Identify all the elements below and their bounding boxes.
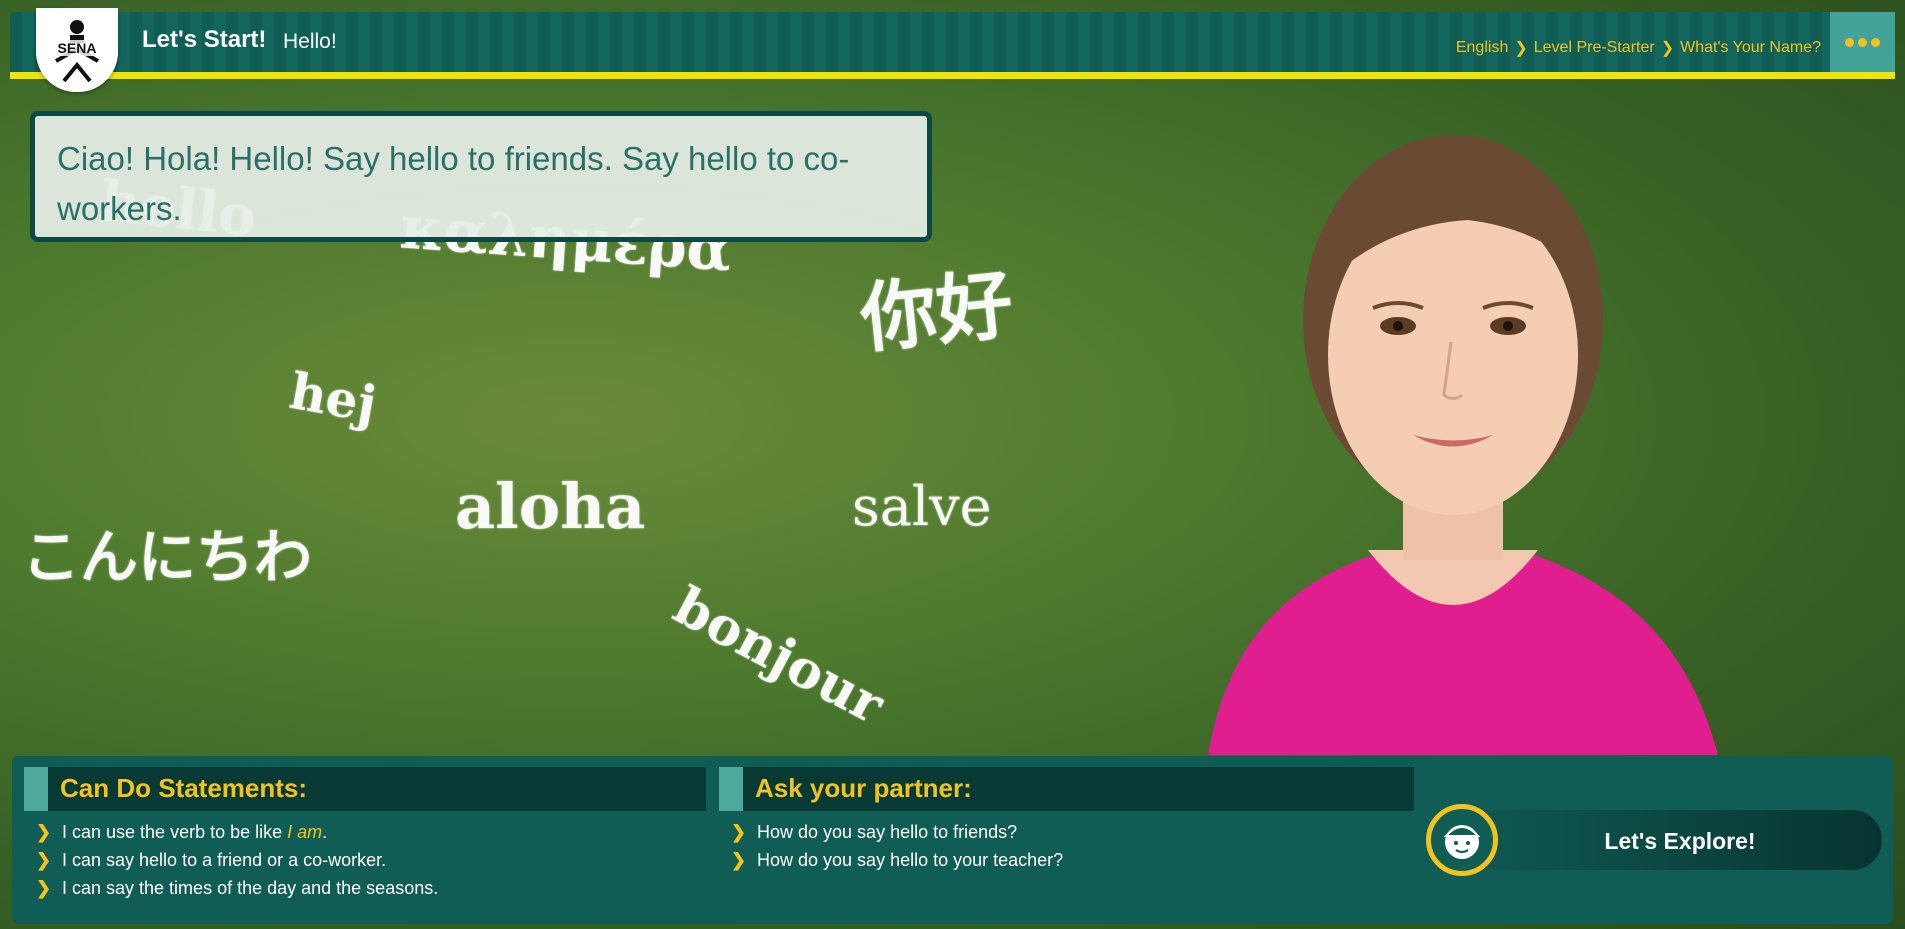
breadcrumb-item-level[interactable]: Level Pre-Starter	[1534, 39, 1655, 57]
can-do-item-2-text: I can say hello to a friend or a co-work…	[62, 850, 387, 870]
intro-speech-bubble: Ciao! Hola! Hello! Say hello to friends.…	[30, 111, 932, 242]
can-do-item-1-emphasis: I am	[287, 822, 323, 842]
lets-explore-label[interactable]: Let's Explore!	[1500, 828, 1860, 855]
chevron-right-icon: ❯	[731, 822, 747, 842]
can-do-item-1-text: I can use the verb to be like	[62, 822, 288, 842]
list-item: ❯ I can say the times of the day and the…	[36, 874, 696, 902]
chalk-word-konnichiwa: こんにちわ	[22, 523, 313, 591]
explore-avatar[interactable]	[1426, 804, 1498, 876]
breadcrumb-item-lesson[interactable]: What's Your Name?	[1680, 39, 1821, 57]
page-subtitle: Hello!	[283, 30, 337, 53]
list-item: ❯ I can say hello to a friend or a co-wo…	[36, 846, 696, 874]
more-dots-icon	[1858, 37, 1867, 47]
can-do-title: Can Do Statements:	[60, 773, 308, 803]
list-item: ❯ How do you say hello to your teacher?	[731, 846, 1401, 874]
menu-button[interactable]	[1830, 12, 1895, 72]
breadcrumb: English ❯ Level Pre-Starter ❯ What's You…	[1456, 38, 1821, 58]
chevron-right-icon: ❯	[1514, 40, 1528, 57]
section-accent	[24, 767, 48, 811]
more-dots-icon	[1845, 37, 1854, 47]
student-avatar-icon	[1443, 825, 1481, 859]
more-dots-icon	[1871, 37, 1880, 47]
ask-partner-title: Ask your partner:	[755, 773, 972, 803]
chevron-right-icon: ❯	[36, 878, 52, 898]
chevron-right-icon: ❯	[36, 850, 52, 870]
ask-partner-header: Ask your partner:	[719, 767, 1414, 811]
list-item: ❯ I can use the verb to be like I am.	[36, 818, 696, 846]
student-photo	[1208, 135, 1718, 755]
can-do-item-3-text: I can say the times of the day and the s…	[62, 878, 439, 898]
ask-partner-list: ❯ How do you say hello to friends? ❯ How…	[731, 818, 1401, 874]
logo-text: SENA	[36, 40, 118, 56]
ask-partner-item-2-text: How do you say hello to your teacher?	[757, 850, 1064, 870]
can-do-header: Can Do Statements:	[24, 767, 706, 811]
intro-text: Ciao! Hola! Hello! Say hello to friends.…	[57, 140, 850, 227]
can-do-item-1-end: .	[322, 822, 328, 842]
chevron-right-icon: ❯	[731, 850, 747, 870]
breadcrumb-item-english[interactable]: English	[1456, 39, 1508, 57]
section-accent	[719, 767, 743, 811]
can-do-list: ❯ I can use the verb to be like I am. ❯ …	[36, 818, 696, 902]
page-title: Let's Start!	[142, 26, 267, 53]
list-item: ❯ How do you say hello to friends?	[731, 818, 1401, 846]
chalk-word-salve: salve	[852, 475, 992, 538]
chevron-right-icon: ❯	[1660, 40, 1675, 57]
chevron-right-icon: ❯	[36, 822, 52, 842]
chalk-word-nihao: 你好	[856, 259, 1017, 364]
sena-logo[interactable]: SENA	[36, 8, 118, 92]
chalk-word-aloha: aloha	[455, 470, 646, 543]
ask-partner-item-1-text: How do you say hello to friends?	[757, 822, 1018, 842]
